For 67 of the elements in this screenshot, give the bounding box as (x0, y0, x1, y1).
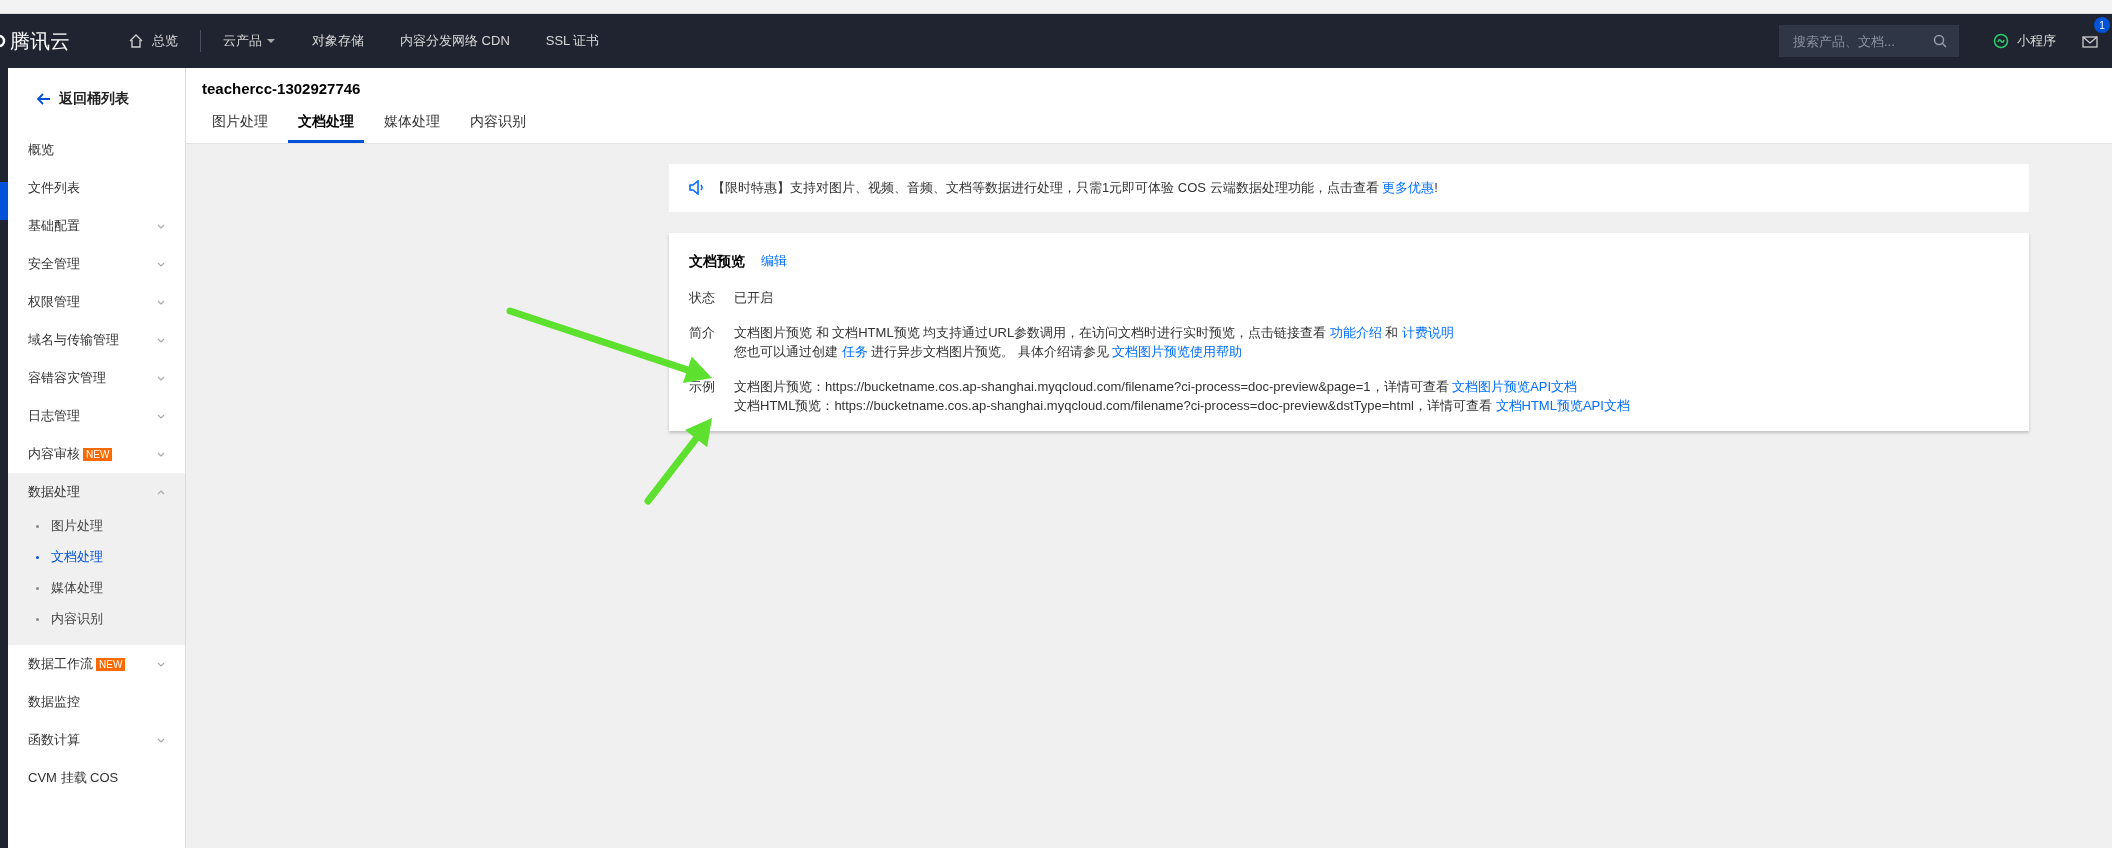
back-arrow-icon (36, 91, 51, 106)
sidebar-item[interactable]: 数据监控 (8, 683, 185, 721)
tab[interactable]: 文档处理 (288, 104, 364, 143)
chevron-icon[interactable] (157, 336, 165, 344)
new-badge: NEW (83, 447, 113, 461)
sidebar-subitem[interactable]: 文档处理 (8, 542, 185, 573)
link[interactable]: 任务 (841, 343, 868, 359)
sidebar-item[interactable]: CVM 挂载 COS (8, 759, 185, 797)
notice-text: 【限时特惠】支持对图片、视频、音频、文档等数据进行处理，只需1元即可体验 COS 云端数据处理功能，点击查看 更多优惠! (712, 179, 1438, 197)
back-link[interactable]: 返回桶列表 (8, 68, 185, 131)
sidebar-subitem[interactable]: 媒体处理 (8, 573, 185, 604)
tab[interactable]: 媒体处理 (374, 104, 450, 143)
chevron-icon[interactable] (157, 260, 165, 268)
sidebar-item[interactable]: 容错容灾管理 (8, 359, 185, 397)
notification-badge: 1 (2094, 17, 2110, 34)
sidebar-item[interactable]: 数据工作流 NEW (8, 645, 185, 683)
sidebar-item[interactable]: 概览 (8, 131, 185, 169)
chevron-icon[interactable] (157, 660, 165, 668)
logo-text: 腾讯云 (10, 29, 70, 54)
chevron-icon[interactable] (157, 374, 165, 382)
sidebar-item[interactable]: 文件列表 (8, 169, 185, 207)
field-label: 简介 (689, 323, 716, 342)
home-link[interactable]: 总览 (110, 31, 196, 51)
home-icon (128, 33, 144, 49)
field-label: 状态 (689, 288, 716, 307)
sidebar-subitem[interactable]: 内容识别 (8, 604, 185, 635)
link[interactable]: 文档HTML预览API文档 (1495, 397, 1630, 413)
search-icon[interactable] (1933, 34, 1947, 48)
chevron-icon[interactable] (157, 450, 165, 458)
sidebar-item[interactable]: 内容审核 NEW (8, 435, 185, 473)
field-value-text: 文档图片预览：https://bucketname.cos.ap-shanghai.myqcloud.com/filename?ci-process=doc-preview&page=1，详情可查看 文档图片预览API文档 (734, 377, 1579, 396)
field-value-text: 文档图片预览 和 文档HTML预览 均支持通过URL参数调用，在访问文档时进行实时预览，点击链接查看 功能介绍 和 计费说明 (734, 323, 1455, 342)
nav-menu-link[interactable]: 对象存储 (294, 31, 382, 51)
speaker-icon (689, 180, 704, 195)
nav-menu-link[interactable]: SSL 证书 (527, 31, 618, 51)
chevron-icon[interactable] (157, 298, 165, 306)
chevron-icon[interactable] (157, 736, 165, 744)
link[interactable]: 文档图片预览API文档 (1452, 378, 1578, 394)
sidebar-item[interactable]: 函数计算 (8, 721, 185, 759)
chevron-icon[interactable] (157, 488, 165, 496)
field-value-text: 您也可以通过创建 任务 进行异步文档图片预览。 具体介绍请参见 文档图片预览使用帮助 (734, 342, 1244, 361)
new-badge: NEW (96, 657, 126, 671)
mini-program-link[interactable]: 小程序 (1975, 31, 2074, 51)
field-value-text: 文档HTML预览：https://bucketname.cos.ap-shanghai.myqcloud.com/filename?ci-process=doc-preview&dstType=html，详情可查看 文档HTML预览API文档 (734, 396, 1630, 415)
nav-menu-link[interactable]: 内容分发网络 CDN (382, 31, 528, 51)
link[interactable]: 文档图片预览使用帮助 (1112, 343, 1243, 359)
sidebar-subitem[interactable]: 图片处理 (8, 511, 185, 542)
sidebar-item[interactable]: 基础配置 (8, 207, 185, 245)
tab[interactable]: 图片处理 (202, 104, 278, 143)
chevron-icon[interactable] (157, 222, 165, 230)
card-title: 文档预览 (689, 251, 745, 271)
edit-link[interactable]: 编辑 (761, 251, 787, 271)
mail-icon[interactable] (2082, 34, 2098, 49)
field-label: 示例 (689, 377, 716, 396)
tab[interactable]: 内容识别 (460, 104, 536, 143)
field-value-text: 已开启 (734, 288, 773, 307)
sidebar-item[interactable]: 日志管理 (8, 397, 185, 435)
link[interactable]: 功能介绍 (1329, 324, 1382, 340)
chevron-icon[interactable] (157, 412, 165, 420)
bucket-title: teachercc-1302927746 (202, 79, 362, 99)
search-field[interactable]: 搜索产品、文档... (1779, 25, 1959, 57)
sidebar-item[interactable]: 数据处理 (8, 473, 185, 511)
sidebar-item[interactable]: 域名与传输管理 (8, 321, 185, 359)
link[interactable]: 计费说明 (1402, 324, 1455, 340)
sidebar-item[interactable]: 安全管理 (8, 245, 185, 283)
nav-menu-link[interactable]: 云产品 (205, 31, 294, 51)
sidebar-item[interactable]: 权限管理 (8, 283, 185, 321)
